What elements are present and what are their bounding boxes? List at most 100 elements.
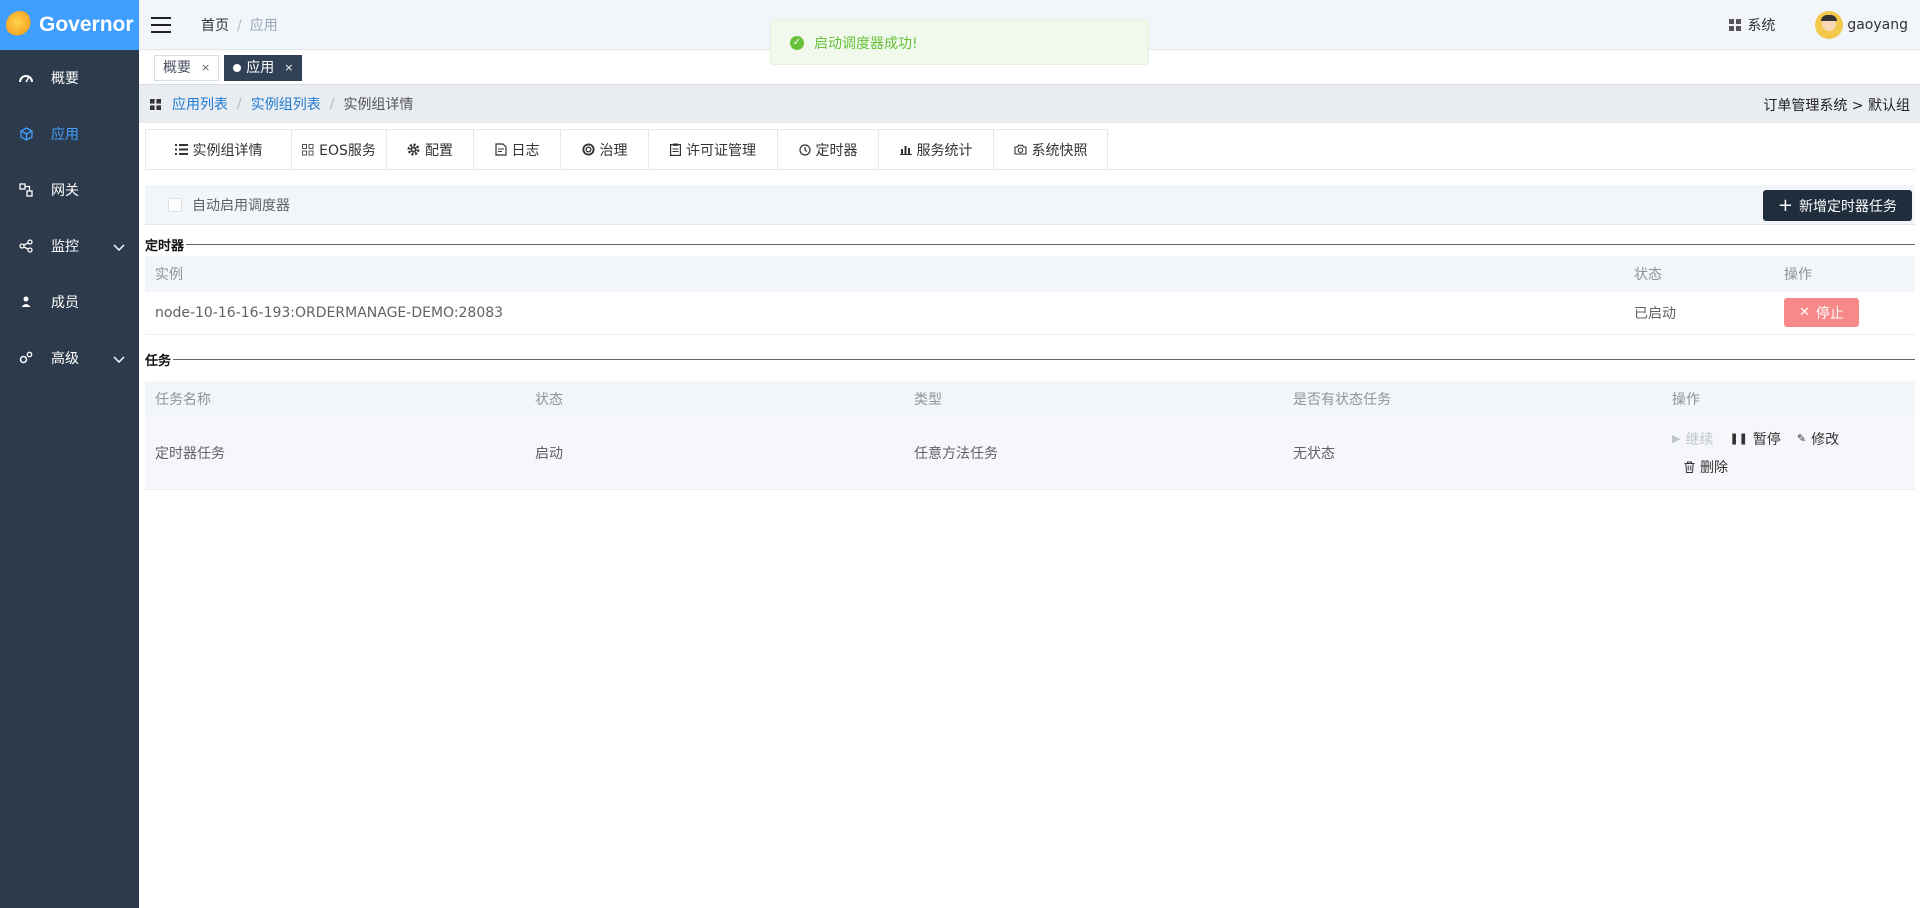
breadcrumb-app-list[interactable]: 应用列表 — [172, 94, 228, 114]
breadcrumb: 首页 / 应用 — [201, 17, 278, 34]
lifebuoy-icon — [581, 143, 595, 156]
stop-label: 停止 — [1815, 305, 1844, 322]
section-divider — [173, 358, 1915, 360]
add-timer-task-button[interactable]: + 新增定时器任务 — [1762, 190, 1912, 221]
timer-toolbar: 自动启用调度器 + 新增定时器任务 — [145, 185, 1915, 225]
sidebar-item-label: 网关 — [51, 183, 79, 199]
close-icon[interactable]: × — [201, 56, 210, 80]
column-header: 操作 — [1774, 256, 1915, 292]
tag-overview[interactable]: 概要 × — [154, 54, 220, 81]
breadcrumb-current: 应用 — [249, 17, 278, 34]
tab-label: 实例组详情 — [192, 142, 263, 159]
tab-label: 系统快照 — [1031, 142, 1088, 159]
grid-icon — [1729, 19, 1742, 31]
section-title: 定时器 — [145, 238, 185, 254]
username: gaoyang — [1847, 17, 1908, 33]
sidebar-item-apps[interactable]: 应用 — [0, 106, 139, 162]
tab-label: 许可证管理 — [686, 142, 756, 159]
tab-timer[interactable]: 定时器 — [777, 129, 878, 170]
grid-icon — [302, 143, 314, 155]
sidebar-item-advanced[interactable]: 高级 — [0, 330, 139, 386]
resume-label: 继续 — [1685, 431, 1714, 448]
context-label: 订单管理系统 > 默认组 — [1763, 98, 1910, 114]
task-section-header: 任务 — [145, 350, 1915, 369]
logo[interactable]: Governor — [0, 0, 139, 50]
hamburger-menu-icon[interactable] — [151, 16, 171, 33]
sidebar-item-monitor[interactable]: 监控 — [0, 218, 139, 274]
breadcrumb-home[interactable]: 首页 — [201, 18, 229, 34]
trash-icon — [1684, 461, 1695, 473]
tab-label: EOS服务 — [319, 142, 376, 159]
sidebar-item-label: 监控 — [51, 239, 79, 255]
tab-service-stats[interactable]: 服务统计 — [878, 129, 993, 170]
tab-eos-services[interactable]: EOS服务 — [291, 129, 386, 170]
tab-label: 服务统计 — [916, 142, 973, 159]
cube-icon — [18, 126, 34, 142]
sidebar-item-members[interactable]: 成员 — [0, 274, 139, 330]
grid-icon — [150, 98, 161, 110]
page-breadcrumb-bar: 应用列表 / 实例组列表 / 实例组详情 订单管理系统 > 默认组 — [139, 85, 1920, 123]
tab-instance-group-detail[interactable]: 实例组详情 — [145, 129, 291, 170]
tag-label: 概要 — [163, 59, 191, 76]
detail-tabs: 实例组详情 EOS服务 配置 日志 治理 许可证管理 定时器 服务统计 系统快照 — [145, 129, 1108, 170]
edit-icon: ✎ — [1796, 432, 1807, 446]
logo-text: Governor — [39, 13, 134, 36]
plus-icon: + — [1777, 194, 1793, 216]
active-dot — [233, 63, 242, 72]
pause-label: 暂停 — [1752, 431, 1781, 448]
status-cell: 已启动 — [1624, 292, 1774, 335]
tab-label: 配置 — [425, 142, 453, 159]
resume-button[interactable]: ▶ 继续 — [1672, 429, 1713, 449]
column-header: 实例 — [145, 256, 1624, 292]
success-check-icon: ✓ — [790, 35, 804, 50]
task-name-cell: 定时器任务 — [145, 417, 525, 490]
tab-logs[interactable]: 日志 — [473, 129, 560, 170]
bar-chart-icon — [899, 146, 912, 155]
table-header-row: 实例 状态 操作 — [145, 256, 1915, 292]
system-label: 系统 — [1747, 18, 1776, 34]
tab-system-snapshot[interactable]: 系统快照 — [993, 129, 1108, 170]
breadcrumb-current: 实例组详情 — [343, 97, 414, 113]
tag-label: 应用 — [246, 59, 275, 76]
table-header-row: 任务名称 状态 类型 是否有状态任务 操作 — [145, 381, 1915, 417]
sidebar-item-overview[interactable]: 概要 — [0, 50, 139, 106]
section-divider — [186, 243, 1915, 245]
chevron-down-icon — [113, 352, 125, 368]
stop-button[interactable]: ✕ 停止 — [1784, 298, 1859, 328]
edit-label: 修改 — [1811, 431, 1840, 448]
sidebar-item-label: 成员 — [51, 295, 79, 311]
instance-cell: node-10-16-16-193:ORDERMANAGE-DEMO:28083 — [145, 292, 1624, 335]
list-icon — [174, 144, 188, 155]
edit-button[interactable]: ✎ 修改 — [1797, 429, 1839, 449]
tab-config[interactable]: 配置 — [386, 129, 473, 170]
tab-governance[interactable]: 治理 — [560, 129, 648, 170]
share-icon — [18, 238, 34, 254]
gears-icon — [18, 350, 34, 366]
sidebar-item-label: 应用 — [51, 127, 79, 143]
tab-license-management[interactable]: 许可证管理 — [648, 129, 777, 170]
task-ops: ▶ 继续 ❚❚ 暂停 ✎ 修改 删除 — [1672, 421, 1872, 485]
pause-button[interactable]: ❚❚ 暂停 — [1729, 429, 1780, 449]
sidebar-item-gateway[interactable]: 网关 — [0, 162, 139, 218]
auto-enable-checkbox[interactable] — [168, 197, 182, 212]
breadcrumb-instance-group-list[interactable]: 实例组列表 — [251, 94, 321, 114]
system-switch-button[interactable]: 系统 — [1729, 15, 1775, 35]
delete-button[interactable]: 删除 — [1684, 457, 1728, 477]
column-header: 状态 — [525, 381, 904, 417]
column-header: 状态 — [1624, 256, 1774, 292]
sidebar-item-label: 概要 — [51, 71, 79, 87]
auto-enable-label[interactable]: 自动启用调度器 — [192, 195, 290, 215]
pause-icon: ❚❚ — [1729, 432, 1748, 446]
success-toast: ✓ 启动调度器成功! — [770, 20, 1149, 65]
close-icon[interactable]: × — [284, 56, 293, 80]
add-button-label: 新增定时器任务 — [1799, 198, 1897, 215]
chevron-down-icon — [113, 240, 125, 256]
dashboard-icon — [18, 70, 34, 86]
tab-label: 定时器 — [815, 142, 858, 159]
tag-apps[interactable]: 应用 × — [224, 54, 303, 81]
user-menu[interactable]: gaoyang — [1815, 11, 1908, 39]
column-header: 任务名称 — [145, 381, 525, 417]
header-right: 系统 gaoyang — [1729, 0, 1908, 50]
play-icon: ▶ — [1672, 432, 1681, 446]
clipboard-icon — [670, 143, 681, 156]
